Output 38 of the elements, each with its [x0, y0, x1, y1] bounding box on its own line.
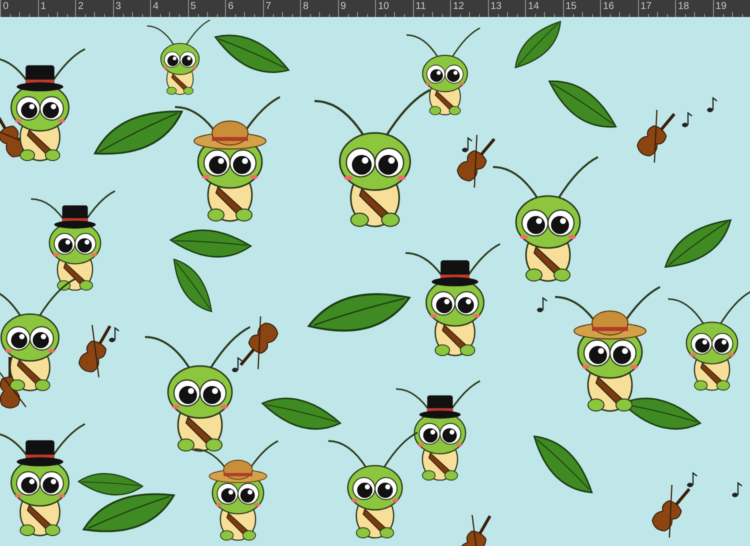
ruler-label: 6: [228, 1, 234, 12]
ruler-label: 9: [340, 1, 346, 12]
ruler-label: 14: [528, 1, 540, 12]
music-note-icon: [707, 96, 718, 112]
ruler-label: 3: [116, 1, 122, 12]
music-note-icon: [682, 112, 692, 128]
ruler-label: 8: [303, 1, 309, 12]
ruler-label: 16: [603, 1, 614, 12]
ruler-label: 1: [40, 1, 46, 12]
ruler-label: 4: [153, 1, 159, 12]
leaf-drawing: [548, 80, 617, 128]
ruler-label: 13: [490, 1, 502, 12]
ruler-label: 15: [566, 1, 577, 12]
music-note-icon: [537, 296, 548, 312]
music-note-icon: [687, 472, 698, 488]
violin-drawing: [458, 514, 492, 546]
violin-drawing: [652, 484, 690, 538]
music-note-icon: [109, 326, 120, 342]
ruler-label: 17: [640, 1, 652, 12]
music-note-icon: [232, 356, 242, 372]
ruler-label: 5: [190, 1, 196, 12]
leaf-drawing: [534, 436, 593, 494]
ruler-label: 0: [3, 1, 9, 12]
ruler-label: 18: [678, 1, 690, 12]
leaf-drawing: [664, 219, 732, 268]
ruler-label: 12: [453, 1, 464, 12]
ruler-label: 11: [416, 1, 426, 12]
ruler-label: 7: [266, 1, 272, 12]
violin-drawing: [78, 324, 112, 378]
leaf-drawing: [514, 20, 561, 68]
ruler-label: 10: [378, 1, 390, 12]
music-note-icon: [462, 136, 472, 152]
ruler-label: 2: [78, 1, 84, 12]
ruler-label: 19: [716, 1, 727, 12]
violin-drawing: [636, 110, 676, 163]
violin-drawing: [456, 134, 496, 188]
music-note-icon: [732, 482, 742, 498]
violin-drawing: [240, 316, 278, 370]
